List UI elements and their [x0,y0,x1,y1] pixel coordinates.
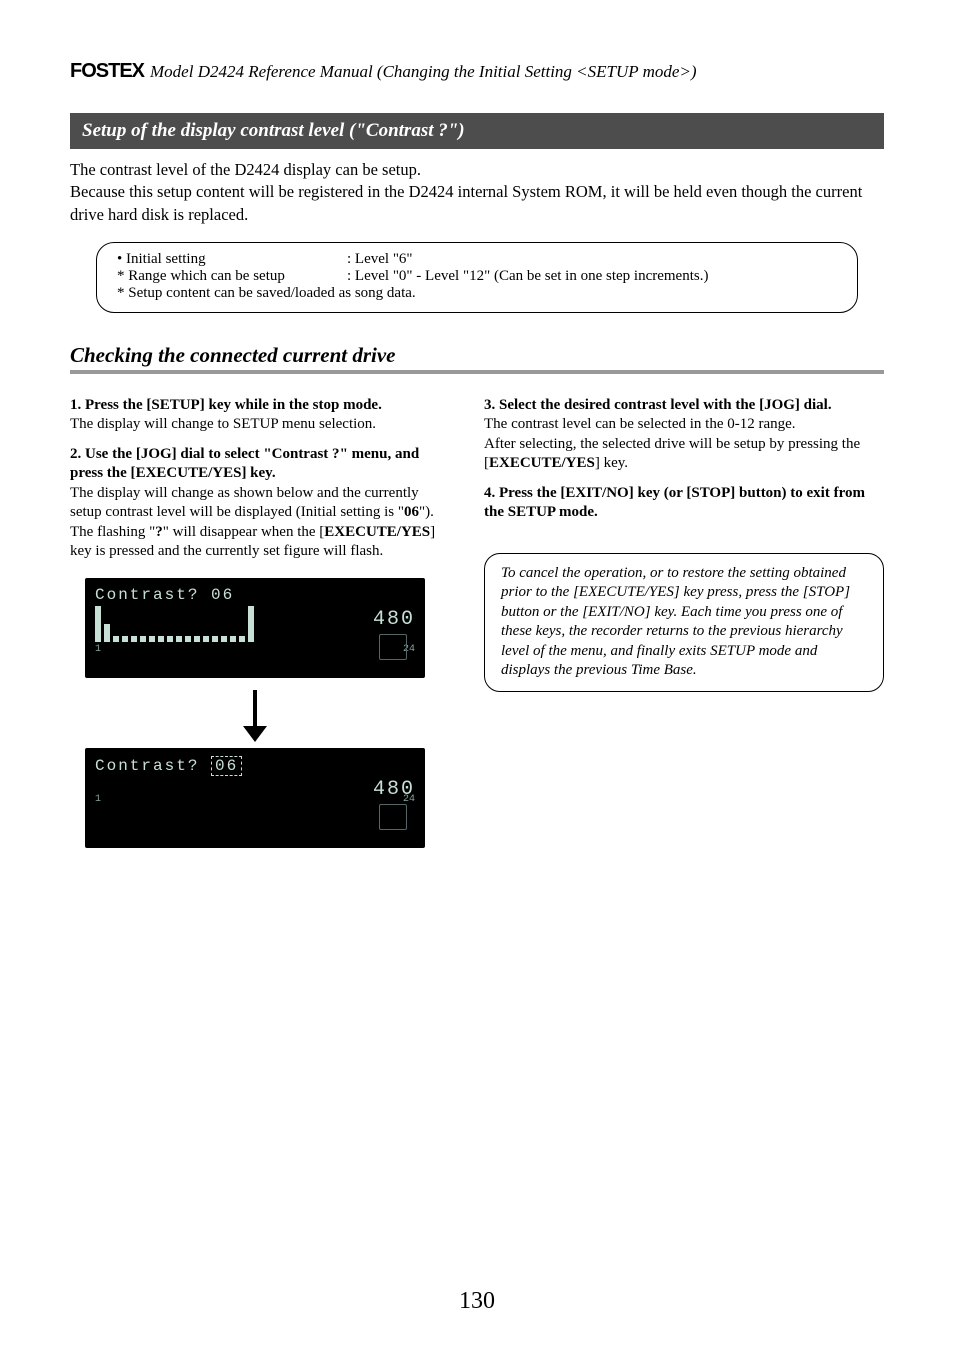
header-title: Model D2424 Reference Manual (Changing t… [150,62,697,82]
column-left: 1. Press the [SETUP] key while in the st… [70,396,440,848]
intro-line-1: The contrast level of the D2424 display … [70,160,421,179]
lcd-side-number: 480 [373,778,415,801]
lcd-text: Contrast? 06 [95,586,415,604]
key-name: EXIT/NO [565,485,628,501]
brand-logo: FOSTEX [70,60,144,83]
info-label: * Range which can be setup [117,268,347,285]
lcd-icon [379,634,407,660]
value: ? [155,524,163,540]
step-text: 1. Press the [ [70,397,151,413]
step-2: 2. Use the [JOG] dial to select "Contras… [70,445,440,562]
step-body: " will disappear when the [ [163,524,325,540]
intro-line-2: Because this setup content will be regis… [70,182,862,223]
step-text: ] key while in the stop mode. [200,397,382,413]
lcd-text-value: 06 [211,756,242,776]
lcd-side-number: 480 [373,608,415,631]
step-body: ] key. [595,455,628,471]
lcd-display-1: Contrast? 06 [85,578,425,678]
info-row: • Initial setting : Level "6" [117,251,837,268]
step-text: ] key. [241,465,275,481]
step-body: The display will change to SETUP menu se… [70,416,376,432]
step-4: 4. Press the [EXIT/NO] key (or [STOP] bu… [484,484,884,523]
step-3: 3. Select the desired contrast level wit… [484,396,884,474]
section-heading: Checking the connected current drive [70,343,884,368]
lcd-bargraph [95,608,415,642]
step-body: The flashing " [70,524,155,540]
info-row: * Range which can be setup : Level "0" -… [117,268,837,285]
step-text: 2. Use the [ [70,446,141,462]
key-name: STOP [691,485,730,501]
settings-info-box: • Initial setting : Level "6" * Range wh… [96,242,858,313]
key-name: JOG [141,446,172,462]
key-name: EXECUTE/YES [136,465,242,481]
key-name: JOG [764,397,795,413]
lcd-scale: 124 [95,794,415,805]
lcd-scale: 124 [95,644,415,655]
page-number: 130 [0,1288,954,1315]
lcd-icon [379,804,407,830]
step-text: ] dial to select " [172,446,272,462]
lcd-sequence: Contrast? 06 [70,572,440,848]
two-columns: 1. Press the [SETUP] key while in the st… [70,396,884,848]
key-name: EXECUTE/YES [324,524,430,540]
menu-name: Contrast ? [272,446,340,462]
intro-paragraph: The contrast level of the D2424 display … [70,159,884,226]
lcd-display-2: Contrast? 06 124 480 [85,748,425,848]
section-title-bar: Setup of the display contrast level ("Co… [70,113,884,149]
lcd-text-label: Contrast? [95,757,199,775]
step-text: 4. Press the [ [484,485,565,501]
step-text: 3. Select the desired contrast level wit… [484,397,764,413]
heading-underline [70,370,884,374]
key-name: SETUP [151,397,199,413]
info-label: • Initial setting [117,251,347,268]
info-value: : Level "0" - Level "12" (Can be set in … [347,268,708,285]
header: FOSTEX Model D2424 Reference Manual (Cha… [70,60,884,83]
step-body: The display will change as shown below a… [70,485,419,521]
step-body: "). [419,504,434,520]
step-1: 1. Press the [SETUP] key while in the st… [70,396,440,435]
note-box: To cancel the operation, or to restore t… [484,553,884,692]
arrow-down-icon [253,690,257,730]
manual-page: FOSTEX Model D2424 Reference Manual (Cha… [0,0,954,1351]
step-body: The contrast level can be selected in th… [484,416,796,432]
column-right: 3. Select the desired contrast level wit… [484,396,884,848]
value: 06 [404,504,419,520]
info-value: : Level "6" [347,251,413,268]
step-text: ] dial. [795,397,832,413]
key-name: EXECUTE/YES [489,455,595,471]
info-note: * Setup content can be saved/loaded as s… [117,285,837,302]
lcd-text: Contrast? 06 [95,756,415,776]
step-text: ] key (or [ [629,485,692,501]
